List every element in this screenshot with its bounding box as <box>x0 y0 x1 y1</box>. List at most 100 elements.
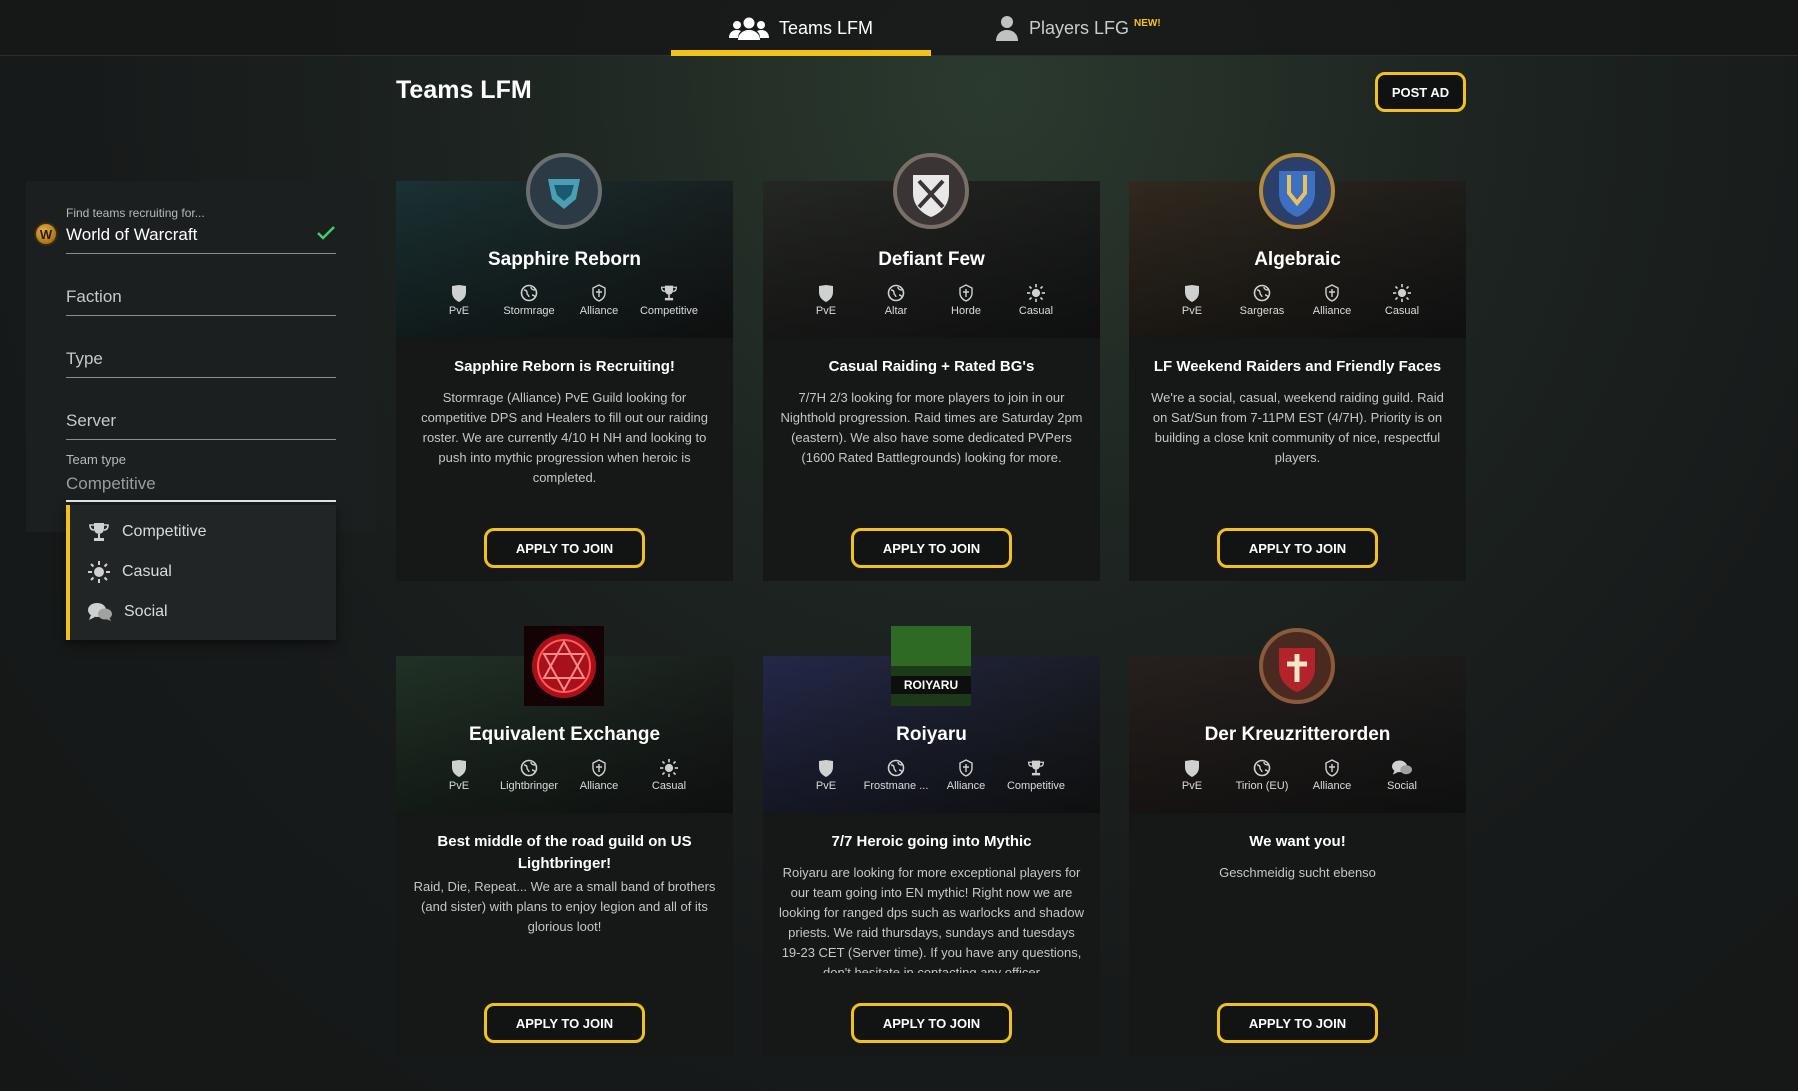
stat-label: Tirion (EU) <box>1235 780 1289 792</box>
stat-mode: PvE <box>786 759 866 792</box>
post-ad-button[interactable]: POST AD <box>1375 72 1466 112</box>
tab-players-lfg[interactable]: Players LFG NEW! <box>995 0 1161 56</box>
type-placeholder: Type <box>66 349 103 368</box>
team-name[interactable]: Roiyaru <box>763 724 1100 746</box>
apply-to-join-button[interactable]: APPLY TO JOIN <box>851 1003 1012 1043</box>
shield-icon <box>819 285 833 302</box>
stat-server: Lightbringer <box>489 759 569 792</box>
team-name[interactable]: Sapphire Reborn <box>396 249 733 271</box>
top-navigation: Teams LFM Players LFG NEW! <box>0 0 1798 56</box>
stat-mode: PvE <box>1152 284 1232 317</box>
game-field[interactable]: World of Warcraft <box>66 221 336 254</box>
team-name[interactable]: Der Kreuzritterorden <box>1129 724 1466 746</box>
team-card: Defiant Few PvE Altar Horde Casual Casual Rai… <box>763 181 1100 581</box>
apply-to-join-button[interactable]: APPLY TO JOIN <box>484 528 645 568</box>
team-type-dropdown: Competitive Casual Social <box>66 505 336 640</box>
ad-heading: 7/7 Heroic going into Mythic <box>831 833 1032 850</box>
game-value: World of Warcraft <box>66 225 198 244</box>
trophy-icon <box>660 285 678 301</box>
faction-crest-icon <box>592 759 606 777</box>
sun-icon <box>1393 284 1411 302</box>
active-tab-indicator <box>671 50 931 56</box>
globe-icon <box>520 759 538 777</box>
stat-label: Alliance <box>1312 305 1352 317</box>
team-card: Sapphire Reborn PvE Stormrage Alliance Compe… <box>396 181 733 581</box>
stat-label: Casual <box>1384 305 1420 317</box>
stat-label: Horde <box>951 305 981 317</box>
stat-label: Alliance <box>579 305 619 317</box>
team-card: Equivalent Exchange PvE Lightbringer Allian… <box>396 656 733 1056</box>
guild-emblem-icon <box>1257 151 1337 231</box>
guild-emblem-icon <box>891 151 971 231</box>
faction-crest-icon <box>1325 759 1339 777</box>
team-stats: PvE Sargeras Alliance Casual <box>1129 284 1466 324</box>
guild-emblem-icon <box>1257 626 1337 706</box>
team-stats: PvE Frostmane ... Alliance Competitive <box>763 759 1100 799</box>
wow-logo-icon: W <box>34 222 58 246</box>
stat-faction: Alliance <box>1292 759 1372 792</box>
stat-label: Altar <box>884 305 908 317</box>
chat-bubbles-icon <box>1392 760 1412 775</box>
team-stats: PvE Lightbringer Alliance Casual <box>396 759 733 799</box>
server-field[interactable]: Server <box>66 405 336 440</box>
stat-label: Competitive <box>639 305 699 317</box>
apply-to-join-button[interactable]: APPLY TO JOIN <box>1217 528 1378 568</box>
sun-icon <box>1027 284 1045 302</box>
stat-team-type: Social <box>1362 759 1442 792</box>
stat-label: Frostmane ... <box>863 780 929 792</box>
apply-to-join-button[interactable]: APPLY TO JOIN <box>484 1003 645 1043</box>
option-social[interactable]: Social <box>88 597 168 627</box>
globe-icon <box>887 759 905 777</box>
stat-label: Stormrage <box>503 305 555 317</box>
team-card: Algebraic PvE Sargeras Alliance Casual LF Wee… <box>1129 181 1466 581</box>
apply-to-join-button[interactable]: APPLY TO JOIN <box>851 528 1012 568</box>
faction-field[interactable]: Faction <box>66 281 336 316</box>
ad-heading: Best middle of the road guild on US Ligh… <box>437 833 692 872</box>
roiyaru-logo-text: ROIYARU <box>904 678 958 692</box>
option-casual[interactable]: Casual <box>88 557 172 587</box>
stat-label: Social <box>1387 780 1417 792</box>
ad-description: Stormrage (Alliance) PvE Guild looking f… <box>421 390 708 485</box>
card-body: LF Weekend Raiders and Friendly Faces We'… <box>1129 338 1466 581</box>
card-body: Casual Raiding + Rated BG's 7/7H 2/3 look… <box>763 338 1100 581</box>
stat-label: Sargeras <box>1239 305 1285 317</box>
stat-server: Sargeras <box>1222 284 1302 317</box>
group-icon <box>728 17 769 40</box>
shield-icon <box>1185 760 1199 777</box>
team-type-input-value: Competitive <box>66 474 156 493</box>
team-type-field[interactable]: Team type Competitive <box>66 452 336 502</box>
ad-description: We're a social, casual, weekend raiding … <box>1151 390 1444 465</box>
apply-to-join-button[interactable]: APPLY TO JOIN <box>1217 1003 1378 1043</box>
team-card: Roiyaru PvE Frostmane ... Alliance Competiti… <box>763 656 1100 1056</box>
stat-label: PvE <box>448 780 470 792</box>
team-name[interactable]: Algebraic <box>1129 249 1466 271</box>
team-stats: PvE Tirion (EU) Alliance Social <box>1129 759 1466 799</box>
globe-icon <box>887 284 905 302</box>
stat-label: PvE <box>448 305 470 317</box>
stat-server: Stormrage <box>489 284 569 317</box>
team-name[interactable]: Defiant Few <box>763 249 1100 271</box>
sun-icon <box>660 759 678 777</box>
team-name[interactable]: Equivalent Exchange <box>396 724 733 746</box>
faction-placeholder: Faction <box>66 287 122 306</box>
shield-icon <box>452 760 466 777</box>
option-label: Casual <box>122 563 172 580</box>
stat-label: Competitive <box>1006 780 1066 792</box>
stat-mode: PvE <box>419 284 499 317</box>
tab-teams-lfm[interactable]: Teams LFM <box>671 0 931 56</box>
chat-bubbles-icon <box>88 603 112 621</box>
stat-team-type: Casual <box>1362 284 1442 317</box>
ad-description: Geschmeidig sucht ebenso <box>1219 865 1376 880</box>
faction-crest-icon <box>592 284 606 302</box>
guild-emblem-icon <box>524 626 604 706</box>
option-competitive[interactable]: Competitive <box>88 517 206 547</box>
stat-mode: PvE <box>1152 759 1232 792</box>
stat-label: PvE <box>815 780 837 792</box>
type-field[interactable]: Type <box>66 343 336 378</box>
team-card: Der Kreuzritterorden PvE Tirion (EU) Allian… <box>1129 656 1466 1056</box>
stat-faction: Alliance <box>1292 284 1372 317</box>
globe-icon <box>1253 284 1271 302</box>
filter-panel: Find teams recruiting for... W World of … <box>26 181 376 532</box>
stat-label: Alliance <box>579 780 619 792</box>
stat-label: Alliance <box>1312 780 1352 792</box>
